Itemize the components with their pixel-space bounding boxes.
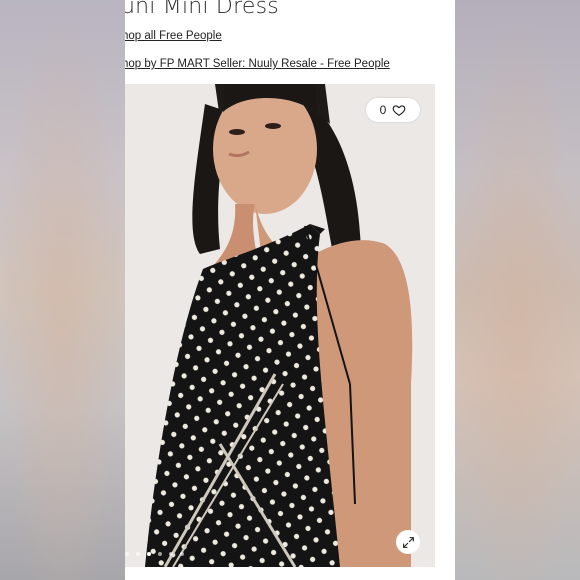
carousel-dot[interactable] xyxy=(136,552,140,556)
like-count: 0 xyxy=(379,103,387,117)
expand-button[interactable] xyxy=(396,530,420,554)
seller-link[interactable]: hop by FP MART Seller: Nuuly Resale - Fr… xyxy=(125,58,390,70)
product-title: uni Mini Dress xyxy=(125,0,279,19)
carousel-dot[interactable] xyxy=(125,552,129,556)
listing-screenshot: uni Mini Dress hop all Free People hop b… xyxy=(125,0,455,580)
blurred-background-right xyxy=(455,0,580,580)
blurred-background-left xyxy=(0,0,125,580)
carousel-dot-active[interactable] xyxy=(147,552,151,556)
shop-brand-link[interactable]: hop all Free People xyxy=(125,30,222,42)
carousel-dot[interactable] xyxy=(158,552,162,556)
model-illustration xyxy=(125,84,435,567)
carousel-dot[interactable] xyxy=(180,552,184,556)
expand-icon xyxy=(402,536,414,548)
like-button[interactable]: 0 xyxy=(366,98,420,122)
carousel-dots xyxy=(125,552,184,556)
carousel-dot[interactable] xyxy=(169,552,173,556)
heart-icon xyxy=(392,105,406,116)
product-photo[interactable]: 0 xyxy=(125,84,435,567)
